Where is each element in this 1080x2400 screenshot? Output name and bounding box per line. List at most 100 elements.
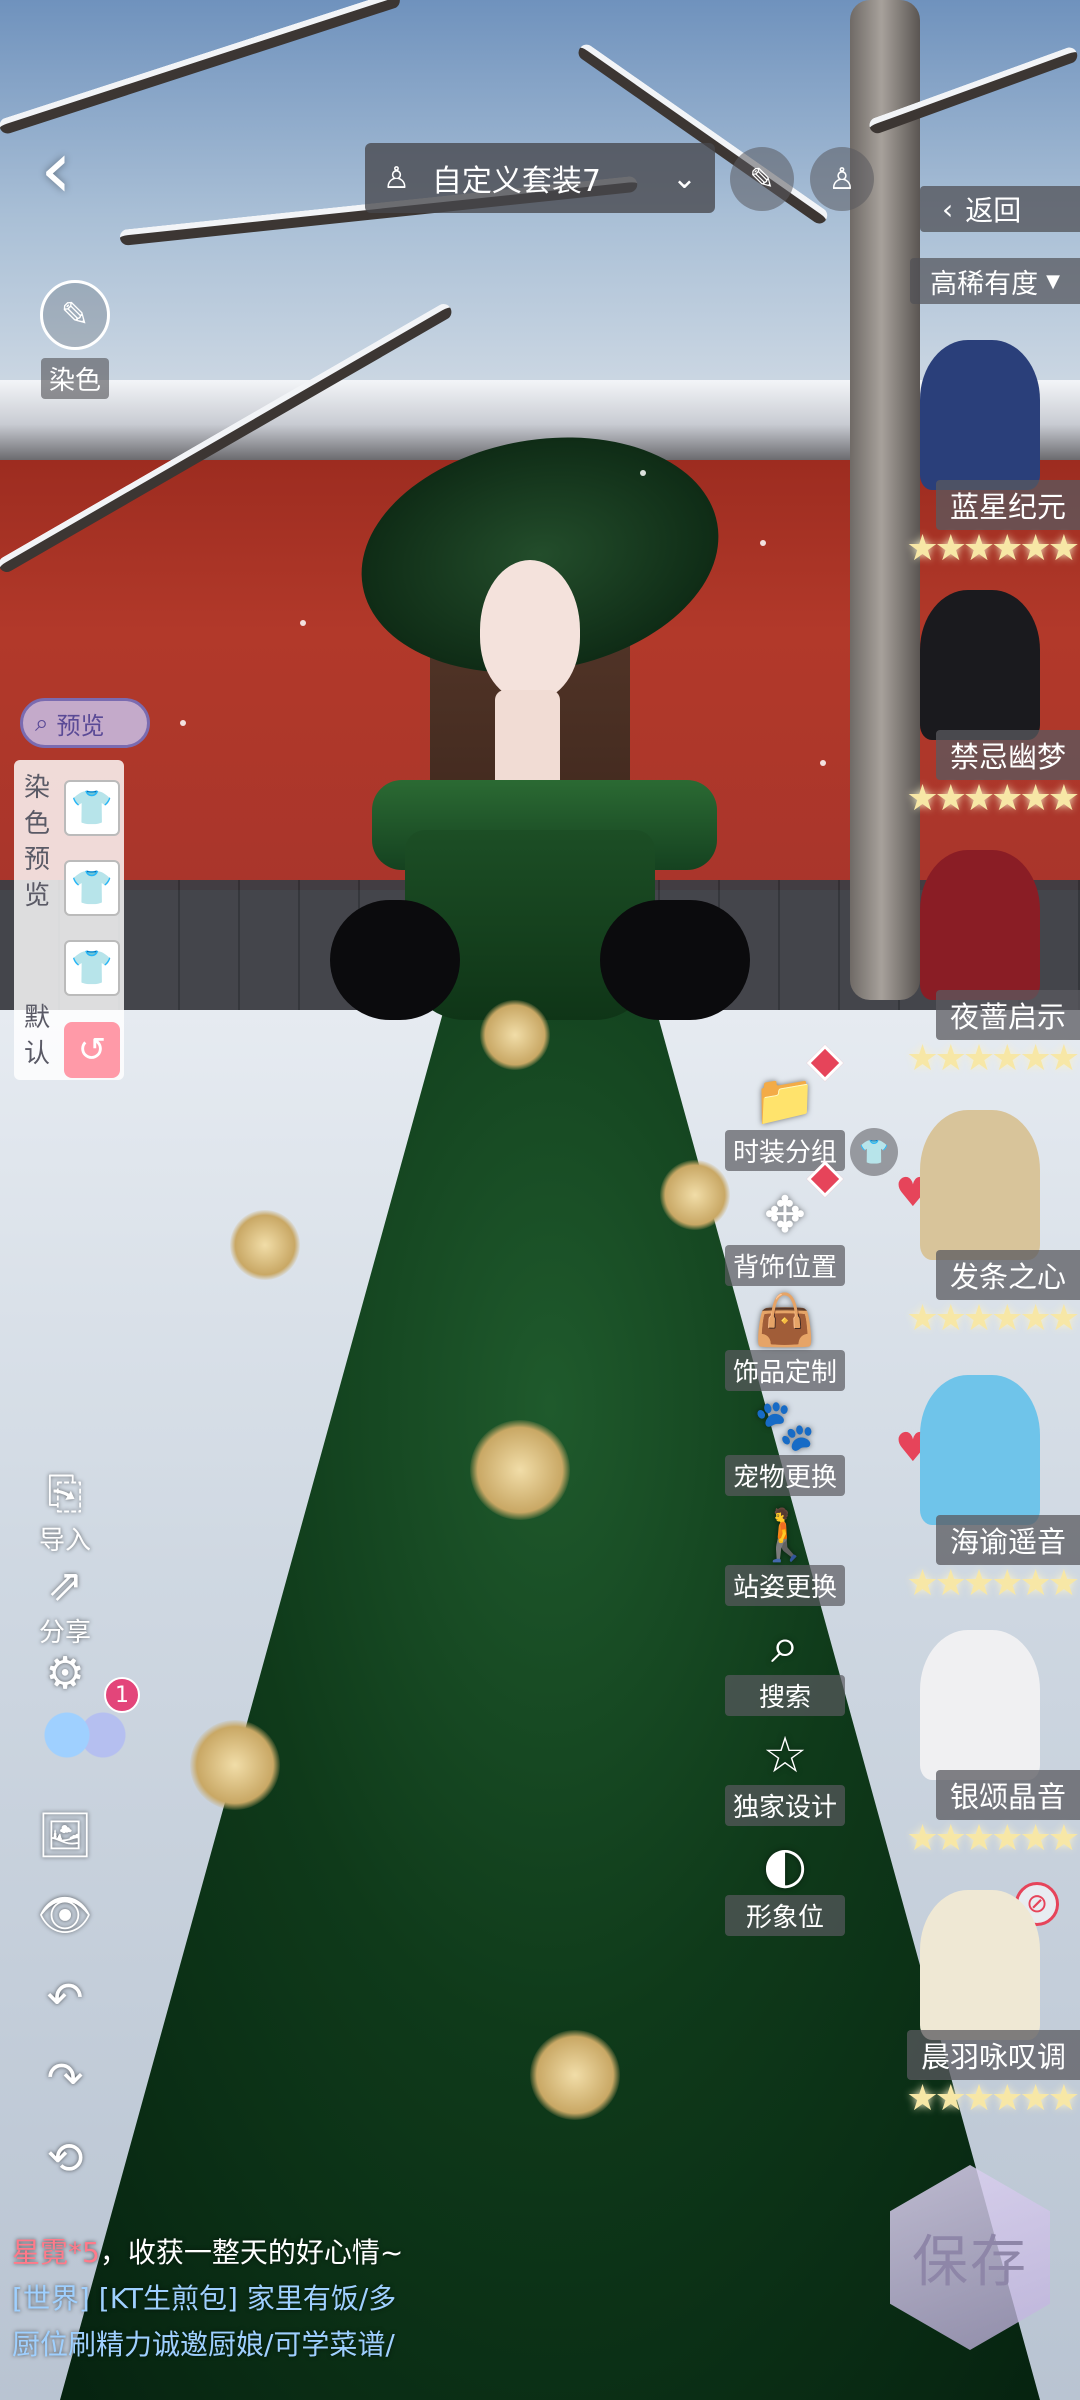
portrait-slot-button[interactable]: ◐ 形象位 xyxy=(725,1835,845,1936)
pose-change-label: 站姿更换 xyxy=(725,1565,845,1606)
outfit-card[interactable]: 晨羽咏叹调 ★★★★★★ xyxy=(880,1890,1080,2150)
dye-button[interactable]: ✎ 染色 xyxy=(35,280,115,399)
shirt-icon[interactable]: 👕 xyxy=(64,780,120,836)
sort-dropdown[interactable]: 高稀有度 ▼ xyxy=(910,258,1080,304)
share-icon: ⇗ xyxy=(46,1560,84,1611)
chat-channel: [世界] xyxy=(12,2282,90,2315)
pet-change-label: 宠物更换 xyxy=(725,1455,845,1496)
rarity-stars: ★★★★★★ xyxy=(906,1038,1080,1079)
redo-icon: ↷ xyxy=(46,2053,84,2104)
dye-label: 染色 xyxy=(40,358,109,399)
undo-button[interactable]: ↶ xyxy=(30,1975,100,2023)
rarity-stars: ★★★★★★ xyxy=(906,528,1080,569)
outfit-card[interactable]: 发条之心 ★★★★★★ xyxy=(880,1110,1080,1370)
preview-toggle[interactable]: ⌕ 预览 xyxy=(20,698,150,748)
character-neck xyxy=(495,690,560,790)
back-accessory-position-button[interactable]: ✥ 背饰位置 xyxy=(725,1185,845,1286)
accessory-custom-label: 饰品定制 xyxy=(725,1350,845,1391)
accessory-custom-button[interactable]: 👜 饰品定制 xyxy=(725,1290,845,1391)
gold-rose-decoration xyxy=(660,1160,730,1230)
outfit-selector[interactable]: ♙ 自定义套装7 ⌄ xyxy=(365,143,715,213)
rotate-button[interactable]: ⟲ xyxy=(30,2135,100,2183)
rarity-stars: ★★★★★★ xyxy=(906,778,1080,819)
folder-icon: 📁 xyxy=(753,1071,817,1129)
notification-badge: 1 xyxy=(104,1677,140,1713)
gold-rose-decoration xyxy=(470,1420,570,1520)
outfit-card-name: 蓝星纪元 xyxy=(935,480,1080,530)
snowflake xyxy=(180,720,186,726)
outfit-card-name: 禁忌幽梦 xyxy=(935,730,1080,780)
portrait-icon: ◐ xyxy=(763,1836,807,1894)
visibility-button[interactable]: 👁 xyxy=(30,1892,100,1940)
search-icon: ⌕ xyxy=(771,1616,799,1674)
chat-message: 厨位刷精力诚邀厨娘/可学菜谱/ xyxy=(12,2328,395,2361)
outfit-group-button[interactable]: 📁 时装分组 xyxy=(725,1070,845,1171)
chat-feed[interactable]: 星霓*5，收获一整天的好心情~ [世界] [KT生煎包] 家里有饭/多 厨位刷精… xyxy=(12,2230,442,2368)
return-button[interactable]: ‹ 返回 xyxy=(920,186,1080,232)
outfit-card-name: 银颂晶音 xyxy=(935,1770,1080,1820)
black-glove-right xyxy=(600,900,750,1020)
outfit-card[interactable]: 夜蔷启示 ★★★★★★ xyxy=(880,850,1080,1110)
shirt-icon[interactable]: 👕 xyxy=(64,860,120,916)
bag-icon: 👜 xyxy=(753,1291,817,1349)
outfit-thumbnail xyxy=(920,1630,1040,1780)
rarity-stars: ★★★★★★ xyxy=(906,1563,1080,1604)
snowflake xyxy=(300,620,306,626)
search-button[interactable]: ⌕ 搜索 xyxy=(725,1615,845,1716)
chat-username: 星霓*5 xyxy=(12,2236,100,2269)
image-icon: 🖼 xyxy=(37,1810,93,1861)
pet-change-button[interactable]: 🐾 宠物更换 xyxy=(725,1395,845,1496)
settings-button[interactable]: ⚙ xyxy=(30,1650,100,1698)
chat-message: ，收获一整天的好心情~ xyxy=(99,2236,404,2269)
person-icon: 🚶 xyxy=(753,1506,817,1564)
search-label: 搜索 xyxy=(725,1675,845,1716)
search-icon: ⌕ xyxy=(35,709,49,737)
dye-preview-panel: 染色预览 👕 👕 👕 默认 ↺ xyxy=(14,760,124,1080)
snowflake xyxy=(760,540,766,546)
outfit-card-name: 发条之心 xyxy=(935,1250,1080,1300)
outfit-card[interactable]: 海谕遥音 ★★★★★★ xyxy=(880,1375,1080,1635)
return-label: 返回 xyxy=(965,194,1022,227)
shirt-icon[interactable]: 👕 xyxy=(64,940,120,996)
back-arrow-icon[interactable]: ‹ xyxy=(40,130,110,220)
dye-preview-label: 染色预览 xyxy=(23,773,50,911)
edit-pencil-icon[interactable]: ✎ xyxy=(730,147,794,211)
outfit-thumbnail xyxy=(920,850,1040,1000)
undo-icon: ↶ xyxy=(46,1973,84,2024)
share-button[interactable]: ⇗ 分享 xyxy=(30,1562,100,1649)
triangle-down-icon: ▼ xyxy=(1046,270,1060,292)
back-accessory-label: 背饰位置 xyxy=(725,1245,845,1286)
redo-button[interactable]: ↷ xyxy=(30,2055,100,2103)
chat-message: 家里有饭/多 xyxy=(246,2282,397,2315)
photo-button[interactable]: 🖼 xyxy=(30,1812,100,1860)
outfit-thumbnail xyxy=(920,590,1040,740)
move-icon: ✥ xyxy=(764,1186,806,1244)
reset-icon[interactable]: ↺ xyxy=(64,1022,120,1078)
outfit-icon[interactable]: ♙ xyxy=(810,147,874,211)
outfit-card[interactable]: 银颂晶音 ★★★★★★ xyxy=(880,1630,1080,1890)
sort-label: 高稀有度 xyxy=(930,268,1039,300)
import-button[interactable]: ⎘ 导入 xyxy=(30,1470,100,1557)
outfit-thumbnail xyxy=(920,1890,1040,2040)
gold-rose-decoration xyxy=(530,2030,620,2120)
snowflake xyxy=(640,470,646,476)
chat-line: 星霓*5，收获一整天的好心情~ xyxy=(12,2230,442,2276)
portrait-slot-label: 形象位 xyxy=(725,1895,845,1936)
gold-rose-decoration xyxy=(480,1000,550,1070)
snowflake xyxy=(820,760,826,766)
gear-icon: ⚙ xyxy=(45,1648,85,1699)
outfit-card[interactable]: 禁忌幽梦 ★★★★★★ xyxy=(880,590,1080,850)
exclusive-design-button[interactable]: ☆ 独家设计 xyxy=(725,1725,845,1826)
chevron-left-icon: ‹ xyxy=(942,192,954,226)
outfit-thumbnail xyxy=(920,1110,1040,1260)
character-face xyxy=(480,560,580,700)
pose-change-button[interactable]: 🚶 站姿更换 xyxy=(725,1505,845,1606)
eye-icon: 👁 xyxy=(37,1890,93,1941)
share-label: 分享 xyxy=(38,1618,91,1648)
dress-icon: ♙ xyxy=(383,160,410,196)
outfit-card[interactable]: 蓝星纪元 ★★★★★★ xyxy=(880,340,1080,600)
chat-username: [KT生煎包] xyxy=(98,2282,238,2315)
chevron-down-icon: ⌄ xyxy=(671,160,697,196)
rarity-stars: ★★★★★★ xyxy=(906,1298,1080,1339)
paw-icon: 🐾 xyxy=(753,1396,817,1454)
